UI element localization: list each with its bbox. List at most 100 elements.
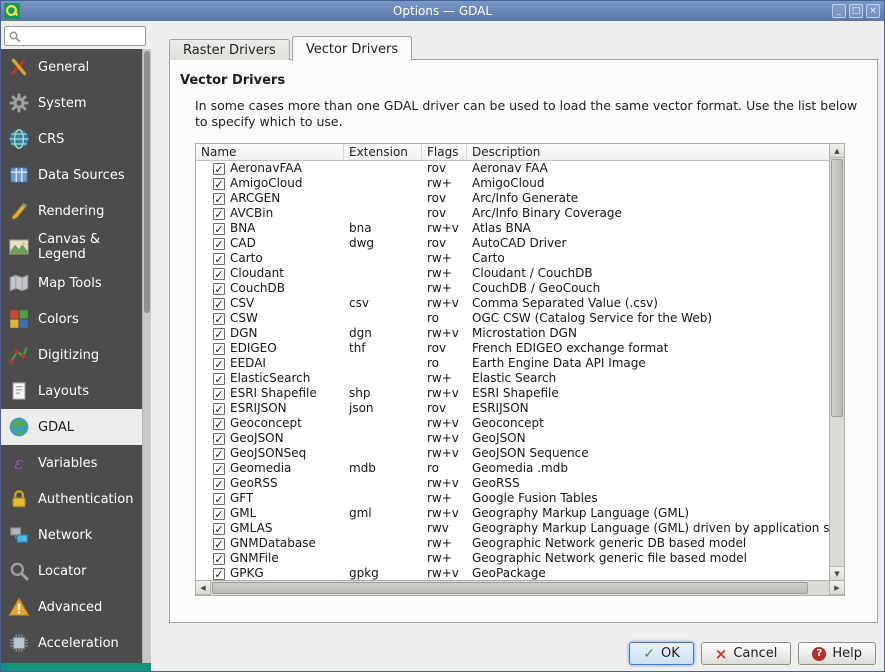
sidebar-item-map-tools[interactable]: Map Tools [1,265,142,301]
sidebar-item-authentication[interactable]: Authentication [1,481,142,517]
table-row[interactable]: ✓ GeoJSONSeq rw+v GeoJSON Sequence [196,446,829,461]
sidebar-item-system[interactable]: System [1,85,142,121]
scroll-left-icon[interactable]: ◀ [196,581,211,595]
row-checkbox[interactable]: ✓ [213,343,225,355]
row-checkbox[interactable]: ✓ [213,193,225,205]
sidebar-item-canvas-legend[interactable]: Canvas & Legend [1,229,142,265]
row-checkbox[interactable]: ✓ [213,433,225,445]
sidebar-item-network[interactable]: Network [1,517,142,553]
titlebar[interactable]: Options — GDAL _ □ × [1,1,884,21]
table-row[interactable]: ✓ EDIGEO thf rov French EDIGEO exchange … [196,341,829,356]
table-row[interactable]: ✓ AVCBin rov Arc/Info Binary Coverage [196,206,829,221]
sidebar-item-advanced[interactable]: Advanced [1,589,142,625]
sidebar-item-colors[interactable]: Colors [1,301,142,337]
row-checkbox[interactable]: ✓ [213,328,225,340]
maximize-button[interactable]: □ [849,4,863,18]
table-row[interactable]: ✓ DGN dgn rw+v Microstation DGN [196,326,829,341]
sidebar-item-acceleration[interactable]: Acceleration [1,625,142,661]
sidebar-item-locator[interactable]: Locator [1,553,142,589]
settings-search-input[interactable] [4,26,146,46]
row-checkbox[interactable]: ✓ [213,463,225,475]
sidebar-item-gdal[interactable]: GDAL [1,409,142,445]
horizontal-scroll-thumb[interactable] [212,582,808,594]
sidebar-item-layouts[interactable]: Layouts [1,373,142,409]
table-row[interactable]: ✓ GNMFile rw+ Geographic Network generic… [196,551,829,566]
row-checkbox[interactable]: ✓ [213,283,225,295]
scroll-up-icon[interactable]: ▲ [830,144,844,158]
sidebar-item-data-sources[interactable]: Data Sources [1,157,142,193]
column-header-flags[interactable]: Flags [422,144,467,160]
table-row[interactable]: ✓ GMLAS rwv Geography Markup Language (G… [196,521,829,536]
sidebar-item-rendering[interactable]: Rendering [1,193,142,229]
sidebar-item-crs[interactable]: CRS [1,121,142,157]
table-row[interactable]: ✓ EEDAI ro Earth Engine Data API Image [196,356,829,371]
table-row[interactable]: ✓ GPKG gpkg rw+v GeoPackage [196,566,829,580]
sidebar-scrollbar[interactable] [142,49,151,665]
row-checkbox[interactable]: ✓ [213,163,225,175]
table-row[interactable]: ✓ Geomedia mdb ro Geomedia .mdb [196,461,829,476]
table-row[interactable]: ✓ AeronavFAA rov Aeronav FAA [196,161,829,176]
driver-flags: rw+v [422,221,467,236]
table-row[interactable]: ✓ ARCGEN rov Arc/Info Generate [196,191,829,206]
tab-vector-drivers[interactable]: Vector Drivers [292,36,412,61]
table-row[interactable]: ✓ Cloudant rw+ Cloudant / CouchDB [196,266,829,281]
table-row[interactable]: ✓ GFT rw+ Google Fusion Tables [196,491,829,506]
scroll-down-icon[interactable]: ▼ [830,566,844,580]
row-checkbox[interactable]: ✓ [213,373,225,385]
row-checkbox[interactable]: ✓ [213,358,225,370]
table-row[interactable]: ✓ GeoJSON rw+v GeoJSON [196,431,829,446]
row-checkbox[interactable]: ✓ [213,238,225,250]
table-row[interactable]: ✓ GNMDatabase rw+ Geographic Network gen… [196,536,829,551]
vertical-scroll-thumb[interactable] [831,159,843,417]
table-row[interactable]: ✓ BNA bna rw+v Atlas BNA [196,221,829,236]
table-row[interactable]: ✓ CAD dwg rov AutoCAD Driver [196,236,829,251]
row-checkbox[interactable]: ✓ [213,523,225,535]
help-button[interactable]: ? Help [798,642,876,665]
row-checkbox[interactable]: ✓ [213,403,225,415]
sidebar-item-digitizing[interactable]: Digitizing [1,337,142,373]
row-checkbox[interactable]: ✓ [213,493,225,505]
table-row[interactable]: ✓ ESRIJSON json rov ESRIJSON [196,401,829,416]
row-checkbox[interactable]: ✓ [213,553,225,565]
row-checkbox[interactable]: ✓ [213,313,225,325]
close-button[interactable]: × [866,4,880,18]
ok-button[interactable]: ✓ OK [629,642,694,665]
row-checkbox[interactable]: ✓ [213,253,225,265]
cancel-button[interactable]: × Cancel [701,642,792,665]
row-checkbox[interactable]: ✓ [213,268,225,280]
column-header-name[interactable]: Name [196,144,344,160]
table-row[interactable]: ✓ Carto rw+ Carto [196,251,829,266]
vertical-scrollbar[interactable]: ▲ ▼ [829,144,844,580]
sidebar-scroll-thumb[interactable] [144,51,150,313]
minimize-button[interactable]: _ [832,4,846,18]
driver-flags: rw+v [422,296,467,311]
ok-label: OK [661,646,680,661]
row-checkbox[interactable]: ✓ [213,298,225,310]
row-checkbox[interactable]: ✓ [213,388,225,400]
row-checkbox[interactable]: ✓ [213,418,225,430]
row-checkbox[interactable]: ✓ [213,538,225,550]
sidebar-item-general[interactable]: General [1,49,142,85]
table-row[interactable]: ✓ AmigoCloud rw+ AmigoCloud [196,176,829,191]
row-checkbox[interactable]: ✓ [213,478,225,490]
row-checkbox[interactable]: ✓ [213,223,225,235]
scroll-right-icon[interactable]: ▶ [829,581,844,595]
row-checkbox[interactable]: ✓ [213,178,225,190]
table-row[interactable]: ✓ CSW ro OGC CSW (Catalog Service for th… [196,311,829,326]
table-row[interactable]: ✓ GML gml rw+v Geography Markup Language… [196,506,829,521]
row-checkbox[interactable]: ✓ [213,568,225,580]
row-checkbox[interactable]: ✓ [213,448,225,460]
column-header-extension[interactable]: Extension [344,144,422,160]
row-checkbox[interactable]: ✓ [213,508,225,520]
table-row[interactable]: ✓ ElasticSearch rw+ Elastic Search [196,371,829,386]
sidebar-item-variables[interactable]: ε Variables [1,445,142,481]
table-row[interactable]: ✓ CSV csv rw+v Comma Separated Value (.c… [196,296,829,311]
table-row[interactable]: ✓ ESRI Shapefile shp rw+v ESRI Shapefile [196,386,829,401]
horizontal-scrollbar[interactable]: ◀ ▶ [196,580,844,595]
table-row[interactable]: ✓ Geoconcept rw+v Geoconcept [196,416,829,431]
table-row[interactable]: ✓ GeoRSS rw+v GeoRSS [196,476,829,491]
tab-raster-drivers[interactable]: Raster Drivers [169,39,290,60]
column-header-description[interactable]: Description [467,144,829,160]
row-checkbox[interactable]: ✓ [213,208,225,220]
table-row[interactable]: ✓ CouchDB rw+ CouchDB / GeoCouch [196,281,829,296]
